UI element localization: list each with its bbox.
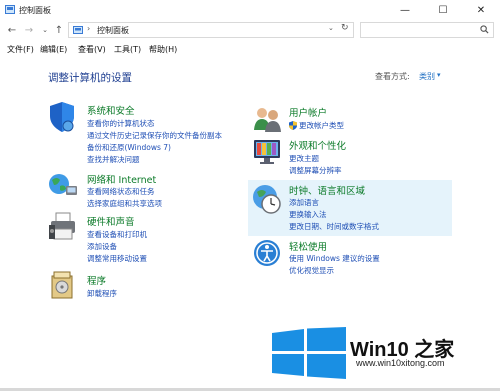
category-system-security[interactable]: 系统和安全 <box>87 103 135 117</box>
refresh-button[interactable]: ↻ <box>341 23 349 33</box>
category-network-internet[interactable]: 网络和 Internet <box>87 172 156 186</box>
breadcrumb-control-panel[interactable]: 控制面板 <box>97 25 129 36</box>
ease-of-access-icon[interactable] <box>252 238 282 268</box>
link-optimize-visual-display[interactable]: 优化视觉显示 <box>289 265 334 276</box>
maximize-button[interactable]: ☐ <box>424 0 462 20</box>
link-add-device[interactable]: 添加设备 <box>87 241 117 252</box>
menu-edit[interactable]: 编辑(E) <box>40 44 67 55</box>
control-panel-icon <box>5 5 15 14</box>
link-homegroup-sharing[interactable]: 选择家庭组和共享选项 <box>87 198 162 209</box>
forward-button[interactable]: → <box>22 23 36 37</box>
category-hardware-sound[interactable]: 硬件和声音 <box>87 214 135 228</box>
menu-file[interactable]: 文件(F) <box>7 44 34 55</box>
clock-globe-icon[interactable] <box>251 183 283 215</box>
uac-shield-icon <box>289 121 297 130</box>
link-network-status[interactable]: 查看网络状态和任务 <box>87 186 155 197</box>
link-date-time-format[interactable]: 更改日期、时间或数字格式 <box>289 221 379 232</box>
watermark-url: www.win10xitong.com <box>356 358 445 368</box>
minimize-button[interactable]: — <box>386 0 424 20</box>
link-windows-suggested-settings[interactable]: 使用 Windows 建议的设置 <box>289 253 380 264</box>
menu-bar <box>0 42 500 56</box>
link-change-account-type[interactable]: 更改帐户类型 <box>299 120 344 131</box>
programs-icon[interactable] <box>50 270 76 300</box>
link-file-history-backup[interactable]: 通过文件历史记录保存你的文件备份副本 <box>87 130 222 141</box>
breadcrumb-separator: › <box>87 24 91 33</box>
network-globe-icon[interactable] <box>48 170 78 198</box>
link-view-computer-status[interactable]: 查看你的计算机状态 <box>87 118 155 129</box>
view-by-caret-icon[interactable]: ▾ <box>437 71 441 79</box>
view-by-select[interactable]: 类别 <box>419 71 435 82</box>
control-panel-small-icon <box>73 26 83 34</box>
shield-icon[interactable] <box>48 101 76 133</box>
search-input[interactable] <box>360 22 494 38</box>
address-dropdown-button[interactable]: ⌄ <box>328 24 334 32</box>
category-ease-of-access[interactable]: 轻松使用 <box>289 239 327 253</box>
menu-tools[interactable]: 工具(T) <box>114 44 141 55</box>
windows-logo-watermark <box>272 327 346 379</box>
link-backup-restore[interactable]: 备份和还原(Windows 7) <box>87 142 171 153</box>
up-button[interactable]: ↑ <box>52 23 66 37</box>
link-devices-printers[interactable]: 查看设备和打印机 <box>87 229 147 240</box>
link-change-input-method[interactable]: 更换输入法 <box>289 209 327 220</box>
view-by-label: 查看方式: <box>375 72 410 81</box>
search-icon[interactable] <box>480 25 489 34</box>
link-screen-resolution[interactable]: 调整屏幕分辨率 <box>289 165 342 176</box>
page-title: 调整计算机的设置 <box>48 72 132 84</box>
link-add-language[interactable]: 添加语言 <box>289 197 319 208</box>
back-button[interactable]: ← <box>5 23 19 37</box>
menu-view[interactable]: 查看(V) <box>78 44 106 55</box>
category-appearance-personalization[interactable]: 外观和个性化 <box>289 138 346 152</box>
link-uninstall-program[interactable]: 卸载程序 <box>87 288 117 299</box>
category-user-accounts[interactable]: 用户帐户 <box>289 105 327 119</box>
close-button[interactable]: ✕ <box>462 0 500 20</box>
menu-help[interactable]: 帮助(H) <box>149 44 177 55</box>
link-change-theme[interactable]: 更改主题 <box>289 153 319 164</box>
category-programs[interactable]: 程序 <box>87 273 106 287</box>
category-clock-language-region[interactable]: 时钟、语言和区域 <box>289 183 365 197</box>
recent-locations-dropdown[interactable]: ⌄ <box>38 23 52 37</box>
link-mobility-settings[interactable]: 调整常用移动设置 <box>87 253 147 264</box>
link-troubleshoot[interactable]: 查找并解决问题 <box>87 154 140 165</box>
users-icon[interactable] <box>252 104 282 134</box>
window-title: 控制面板 <box>19 6 51 15</box>
monitor-palette-icon[interactable] <box>252 137 284 167</box>
printer-icon[interactable] <box>48 211 78 243</box>
